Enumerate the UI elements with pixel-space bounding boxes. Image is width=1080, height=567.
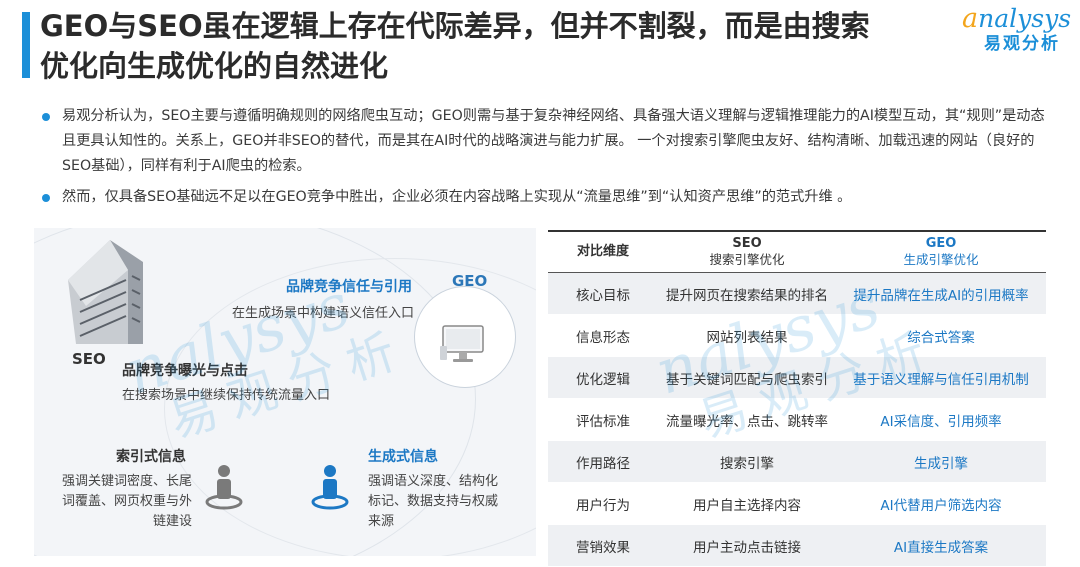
header-seo-title: SEO [732,236,762,251]
brand-exposure-title: 品牌竞争曝光与点击 [122,363,248,379]
row-dimension: 核心目标 [548,272,658,315]
row-seo: 搜索引擎 [658,440,836,483]
row-geo: AI直接生成答案 [836,524,1046,567]
bullet-dot-icon [42,194,50,202]
page-title-line2: 优化向生成优化的自然进化 [40,49,389,83]
header-geo-sub: 生成引擎优化 [903,252,979,267]
table-header-row: 对比维度 SEO 搜索引擎优化 GEO 生成引擎优化 [548,230,1046,273]
row-seo: 基于关键词匹配与爬虫索引 [658,356,836,399]
row-dimension: 用户行为 [548,482,658,525]
comparison-table: 对比维度 SEO 搜索引擎优化 GEO 生成引擎优化 核心目标 提升网页在搜索结果的… [548,230,1046,567]
header-geo: GEO 生成引擎优化 [836,230,1046,273]
row-dimension: 评估标准 [548,398,658,441]
bullet-list: 易观分析认为，SEO主要与遵循明确规则的网络爬虫互动；GEO则需与基于复杂神经网… [40,104,1050,216]
person-pin-blue-icon [311,465,349,510]
row-dimension: 信息形态 [548,314,658,357]
brand-trust-title: 品牌竞争信任与引用 [286,279,412,295]
row-geo: 提升品牌在生成AI的引用概率 [836,272,1046,315]
bullet-item: 易观分析认为，SEO主要与遵循明确规则的网络爬虫互动；GEO则需与基于复杂神经网… [40,104,1050,179]
table-row: 评估标准 流量曝光率、点击、跳转率 AI采信度、引用频率 [548,398,1046,441]
row-dimension: 营销效果 [548,524,658,567]
row-geo: AI代替用户筛选内容 [836,482,1046,525]
header-geo-title: GEO [925,236,957,251]
row-seo: 网站列表结果 [658,314,836,357]
page-title-line1: GEO与SEO虽在逻辑上存在代际差异，但并不割裂，而是由搜索 [40,9,870,43]
seo-geo-diagram: SEO GEO 品牌竞争信任与引用 在生成场景中构建语义信任入口 品牌竞争曝光与… [34,228,536,556]
index-desc: 强调关键词密度、长尾词覆盖、网页权重与外链建设 [61,474,192,529]
bullet-text: 易观分析认为，SEO主要与遵循明确规则的网络爬虫互动；GEO则需与基于复杂神经网… [62,108,1045,174]
person-pin-gray-icon [205,465,243,510]
row-dimension: 作用路径 [548,440,658,483]
row-geo: AI采信度、引用频率 [836,398,1046,441]
geo-label: GEO [452,272,488,290]
row-seo: 提升网页在搜索结果的排名 [658,272,836,315]
row-seo: 用户自主选择内容 [658,482,836,525]
row-seo: 用户主动点击链接 [658,524,836,567]
analysys-logo: analysys 易观分析 [962,3,1072,55]
row-geo: 生成引擎 [836,440,1046,483]
bullet-dot-icon [42,113,50,121]
table-row: 优化逻辑 基于关键词匹配与爬虫索引 基于语义理解与信任引用机制 [548,356,1046,399]
header-seo: SEO 搜索引擎优化 [658,230,836,273]
gen-title: 生成式信息 [368,449,438,465]
table-row: 营销效果 用户主动点击链接 AI直接生成答案 [548,524,1046,567]
row-geo: 基于语义理解与信任引用机制 [836,356,1046,399]
logo-en-text: nalysys [978,4,1072,33]
index-title: 索引式信息 [116,449,186,465]
header-seo-sub: 搜索引擎优化 [709,252,785,267]
title-accent-bar [22,12,30,78]
row-geo: 综合式答案 [836,314,1046,357]
header-dimension: 对比维度 [548,230,658,273]
table-row: 用户行为 用户自主选择内容 AI代替用户筛选内容 [548,482,1046,525]
table-row: 作用路径 搜索引擎 生成引擎 [548,440,1046,483]
row-seo: 流量曝光率、点击、跳转率 [658,398,836,441]
page-title: GEO与SEO虽在逻辑上存在代际差异，但并不割裂，而是由搜索 优化向生成优化的自… [40,6,940,86]
monitor-icon [440,325,484,362]
row-dimension: 优化逻辑 [548,356,658,399]
seo-label: SEO [72,350,106,368]
brand-exposure-sub: 在搜索场景中继续保持传统流量入口 [122,388,331,403]
bullet-text: 然而，仅具备SEO基础远不足以在GEO竞争中胜出，企业必须在内容战略上实现从“流… [62,189,852,205]
table-row: 核心目标 提升网页在搜索结果的排名 提升品牌在生成AI的引用概率 [548,272,1046,315]
logo-cn-text: 易观分析 [984,34,1060,54]
bullet-item: 然而，仅具备SEO基础远不足以在GEO竞争中胜出，企业必须在内容战略上实现从“流… [40,185,1050,210]
gen-desc: 强调语义深度、结构化标记、数据支持与权威来源 [368,474,499,529]
building-image [68,240,143,344]
table-row: 信息形态 网站列表结果 综合式答案 [548,314,1046,357]
brand-trust-sub: 在生成场景中构建语义信任入口 [232,306,415,321]
